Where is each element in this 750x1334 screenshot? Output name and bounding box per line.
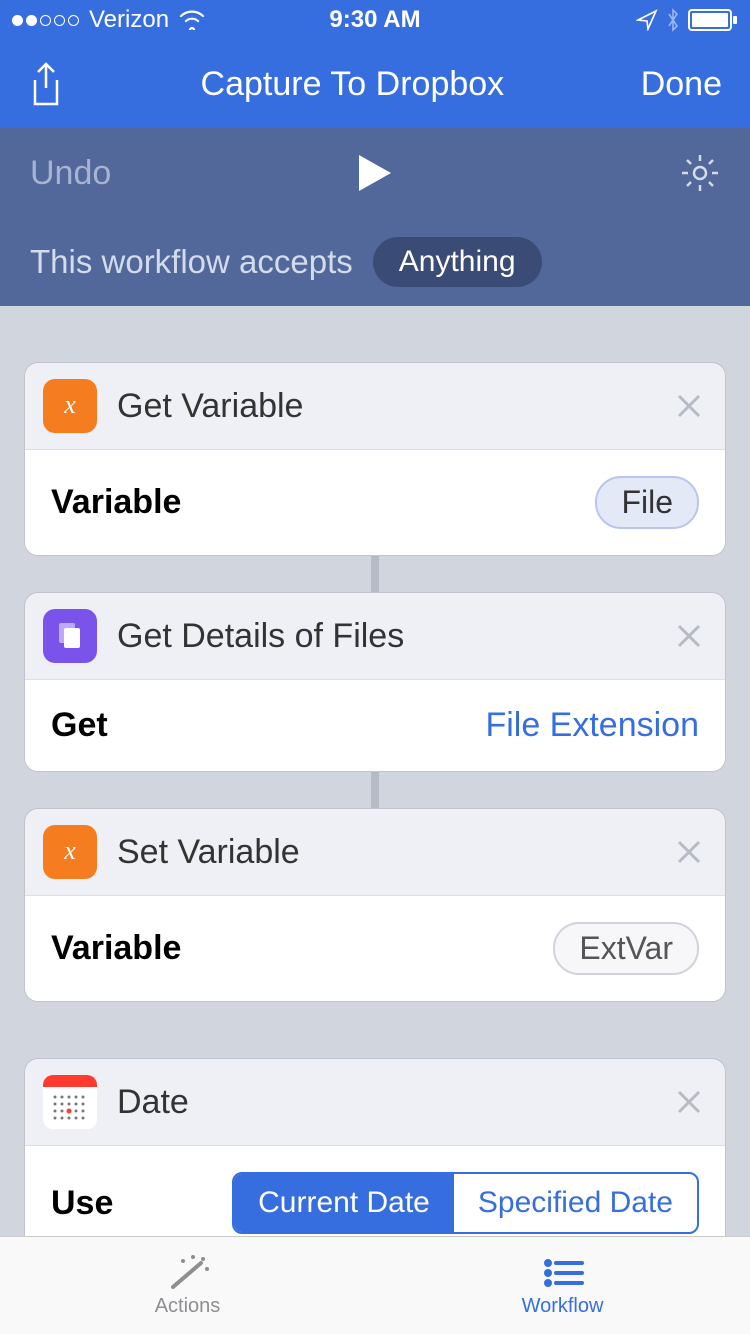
seg-current-date[interactable]: Current Date [234,1174,454,1232]
tab-actions[interactable]: Actions [0,1237,375,1334]
accepts-value[interactable]: Anything [373,237,542,287]
card-header: Date [25,1059,725,1145]
workflow-content: x Get Variable Variable File Get Details… [0,306,750,1236]
tab-workflow[interactable]: Workflow [375,1237,750,1334]
close-icon[interactable] [675,1088,703,1116]
close-icon[interactable] [675,622,703,650]
card-header: x Get Variable [25,363,725,449]
list-icon [538,1253,588,1293]
param-value-token[interactable]: File [595,476,699,529]
files-icon [43,609,97,663]
status-time: 9:30 AM [254,6,496,34]
calendar-icon [43,1075,97,1129]
param-value-token[interactable]: ExtVar [553,922,699,975]
tab-label: Workflow [522,1295,604,1318]
card-header: x Set Variable [25,809,725,895]
seg-specified-date[interactable]: Specified Date [454,1174,697,1232]
connector-line [371,772,379,808]
location-icon [636,9,658,31]
wifi-icon [179,10,205,30]
share-button[interactable] [28,62,64,106]
card-header: Get Details of Files [25,593,725,679]
connector-line [371,556,379,592]
signal-strength-icon [12,15,79,26]
settings-button[interactable] [600,153,720,193]
play-button[interactable] [150,153,600,193]
variable-icon: x [43,825,97,879]
card-title: Get Details of Files [117,617,655,656]
done-button[interactable]: Done [641,65,722,104]
param-label: Use [51,1184,232,1223]
card-title: Set Variable [117,833,655,872]
action-card-date[interactable]: Date Use Current Date Specified Date [24,1058,726,1236]
status-right [496,8,738,32]
wand-icon [163,1253,213,1293]
spacer [24,1002,726,1058]
param-label: Get [51,706,485,745]
status-left: Verizon [12,6,254,34]
action-card-get-variable[interactable]: x Get Variable Variable File [24,362,726,556]
param-value[interactable]: File Extension [485,706,699,745]
svg-text:x: x [63,837,76,865]
accepts-label: This workflow accepts [30,243,353,281]
nav-bar: Capture To Dropbox Done [0,40,750,128]
tab-bar: Actions Workflow [0,1236,750,1334]
svg-text:x: x [63,391,76,419]
carrier-label: Verizon [89,6,169,34]
param-label: Variable [51,483,595,522]
close-icon[interactable] [675,392,703,420]
tab-label: Actions [155,1295,221,1318]
param-label: Variable [51,929,553,968]
bluetooth-icon [666,8,680,32]
card-title: Get Variable [117,387,655,426]
workflow-toolbar: Undo [0,128,750,218]
card-body: Variable File [25,449,725,555]
card-title: Date [117,1083,655,1122]
card-body: Use Current Date Specified Date [25,1145,725,1236]
segmented-control[interactable]: Current Date Specified Date [232,1172,699,1234]
action-card-get-details[interactable]: Get Details of Files Get File Extension [24,592,726,772]
undo-button[interactable]: Undo [30,154,150,193]
action-card-set-variable[interactable]: x Set Variable Variable ExtVar [24,808,726,1002]
variable-icon: x [43,379,97,433]
card-body: Get File Extension [25,679,725,771]
page-title: Capture To Dropbox [64,65,641,104]
card-body: Variable ExtVar [25,895,725,1001]
battery-icon [688,9,738,31]
status-bar: Verizon 9:30 AM [0,0,750,40]
close-icon[interactable] [675,838,703,866]
accepts-bar: This workflow accepts Anything [0,218,750,306]
